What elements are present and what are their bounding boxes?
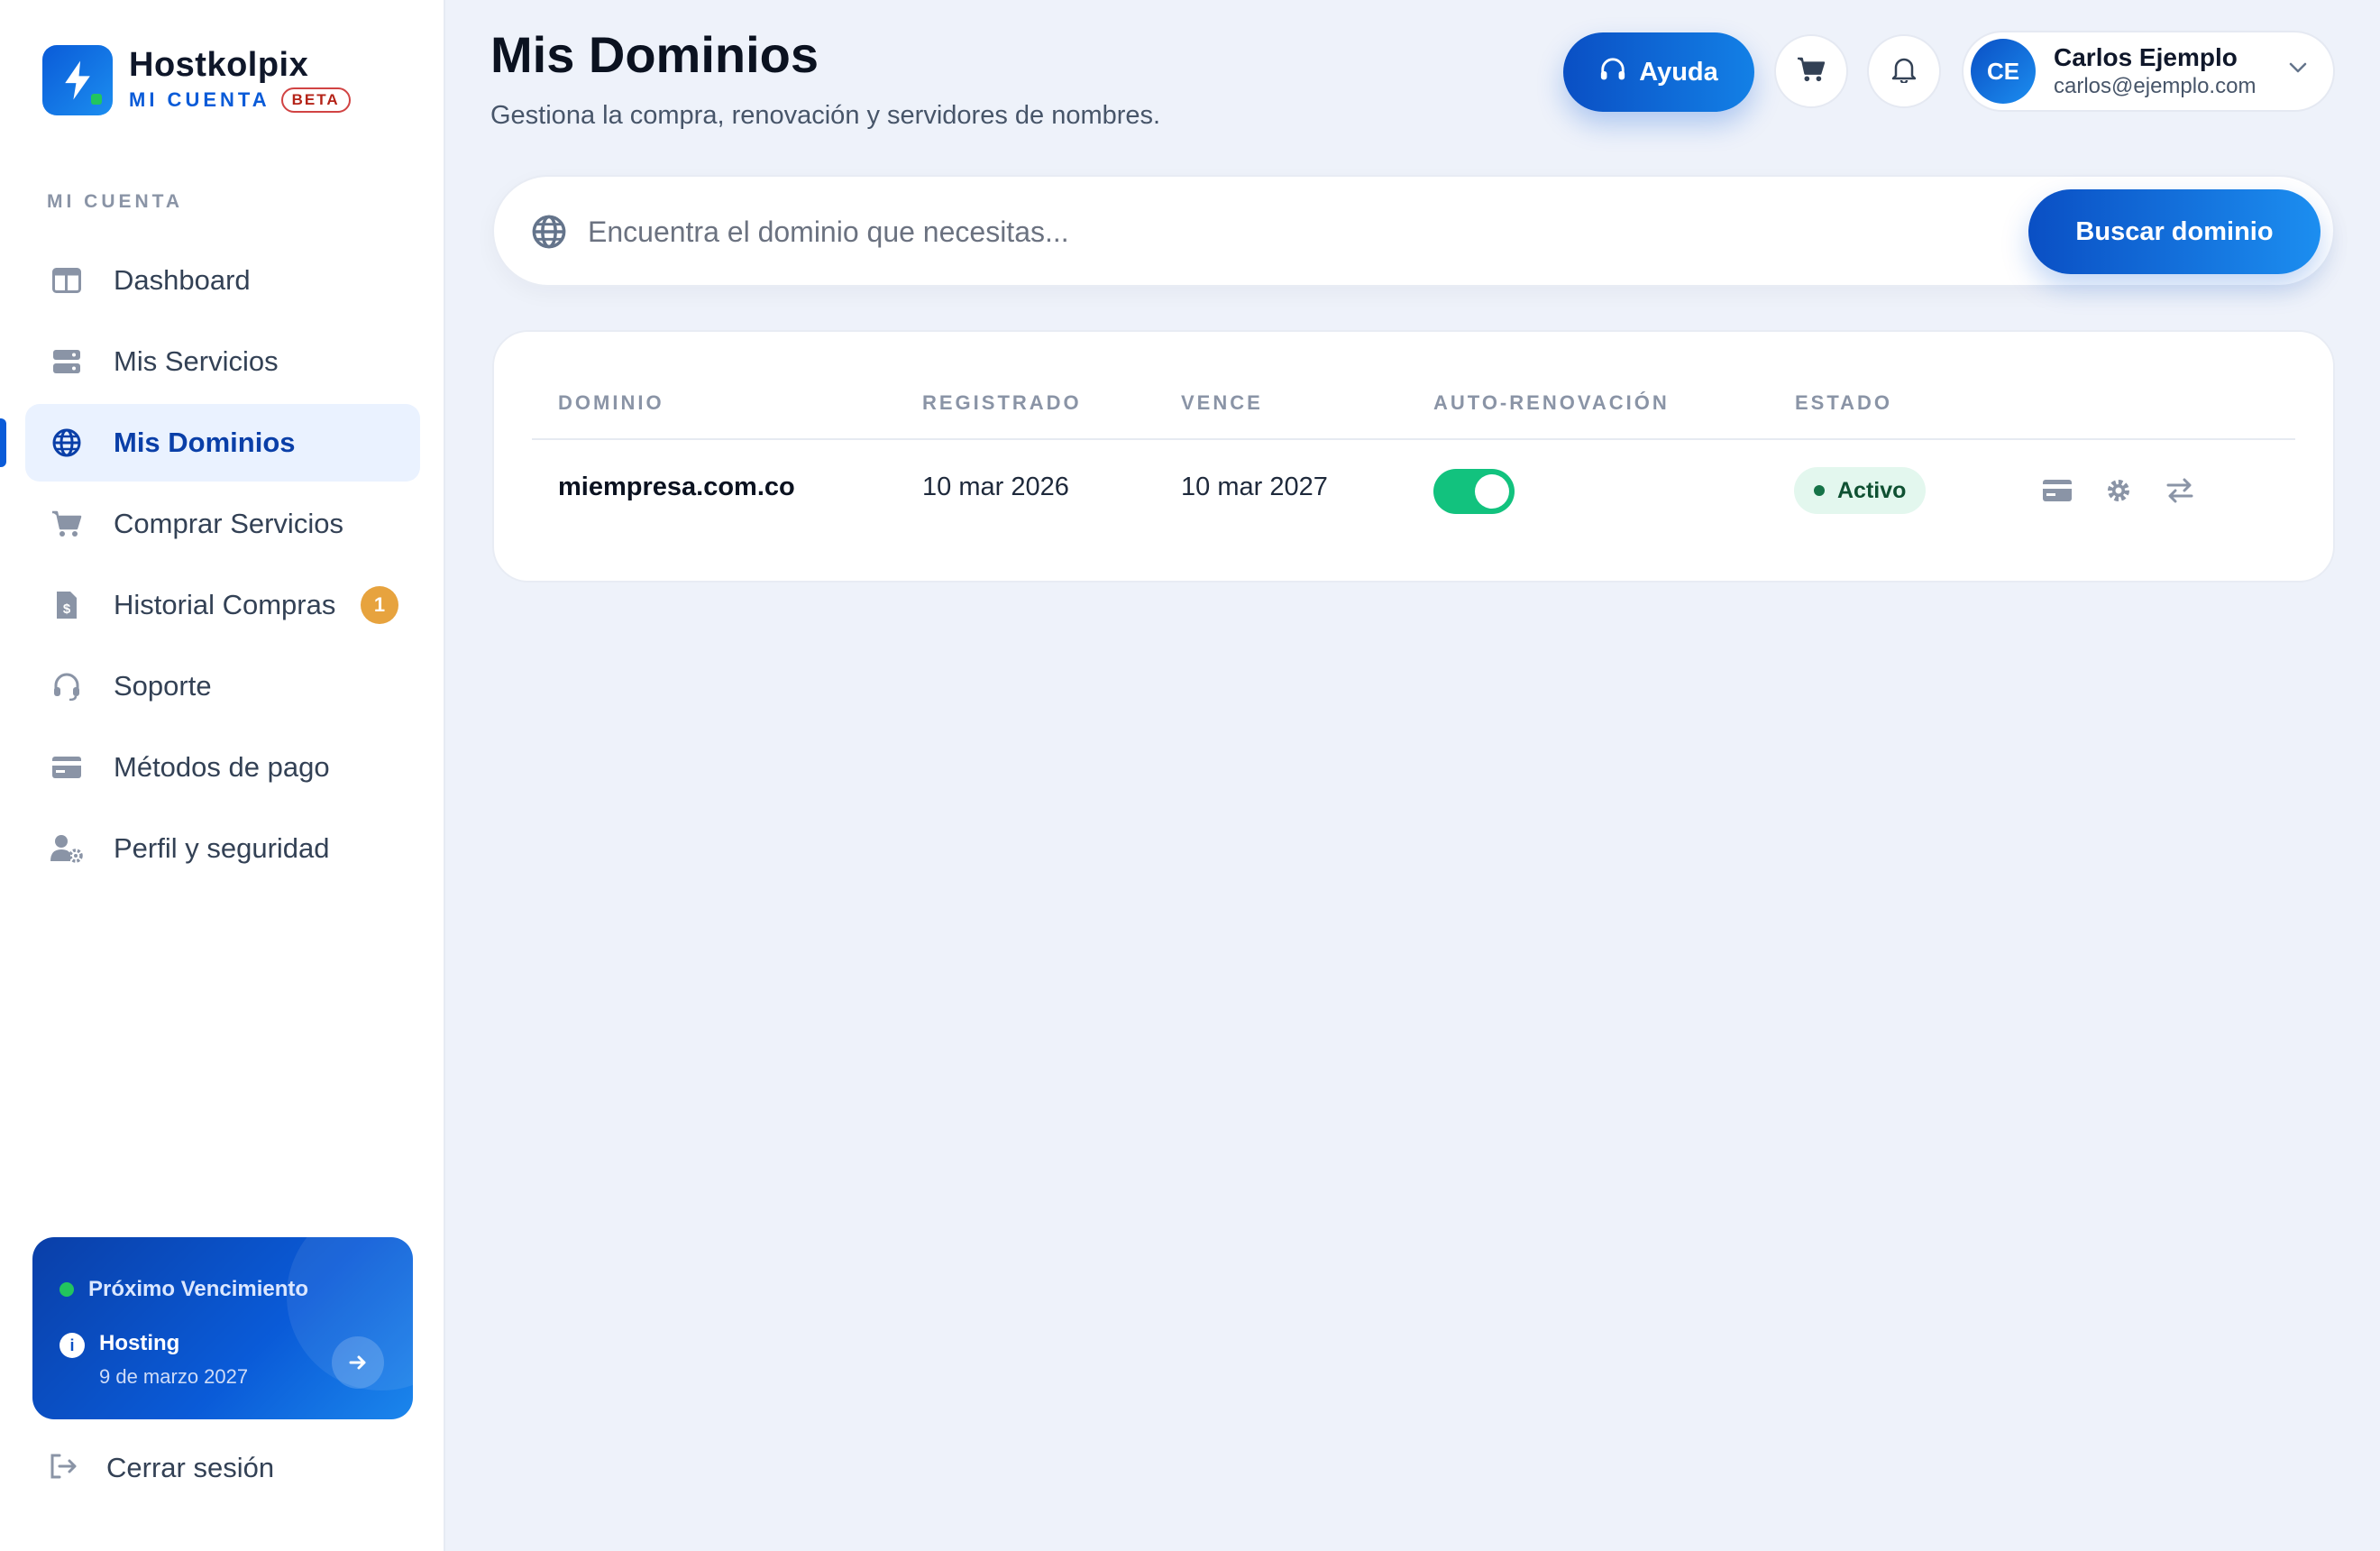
sidebar-item-label: Comprar Servicios <box>114 508 343 539</box>
next-expiration-card: Próximo Vencimiento i Hosting 9 de marzo… <box>32 1237 413 1419</box>
expiration-date: 10 mar 2027 <box>1181 473 1328 501</box>
svg-text:$: $ <box>63 601 71 617</box>
promo-title: Próximo Vencimiento <box>88 1277 309 1301</box>
sidebar-item-metodos-pago[interactable]: Métodos de pago <box>25 729 420 806</box>
renew-payment-button[interactable] <box>2039 474 2075 510</box>
logout-icon <box>49 1453 78 1484</box>
page-title: Mis Dominios <box>490 26 819 83</box>
sidebar-item-mis-servicios[interactable]: Mis Servicios <box>25 323 420 400</box>
sidebar-item-mis-dominios[interactable]: Mis Dominios <box>0 404 420 482</box>
sidebar-item-label: Mis Servicios <box>114 345 279 377</box>
registered-date: 10 mar 2026 <box>922 473 1069 501</box>
column-header-registered: REGISTRADO <box>922 391 1082 414</box>
gear-icon <box>2105 477 2132 509</box>
sidebar-item-label: Soporte <box>114 670 212 702</box>
notifications-button[interactable] <box>1867 34 1941 108</box>
sidebar: Hostkolpix MI CUENTA BETA MI CUENTA Dash… <box>0 0 445 1551</box>
user-gear-icon <box>49 831 85 867</box>
brand-name: Hostkolpix <box>129 46 309 84</box>
transfer-domain-button[interactable] <box>2162 474 2198 510</box>
auto-renew-toggle[interactable] <box>1433 469 1515 514</box>
search-domain-button[interactable]: Buscar dominio <box>2028 189 2320 274</box>
sidebar-item-label: Perfil y seguridad <box>114 832 330 864</box>
cart-icon <box>49 506 85 542</box>
transfer-arrows-icon <box>2165 477 2194 509</box>
sidebar-item-label: Historial Compras <box>114 589 336 620</box>
invoice-icon: $ <box>49 587 85 623</box>
layout-icon <box>49 262 85 298</box>
sidebar-item-label: Dashboard <box>114 264 251 296</box>
promo-item-date: 9 de marzo 2027 <box>99 1365 249 1388</box>
info-icon: i <box>60 1333 85 1358</box>
notification-badge: 1 <box>361 586 398 624</box>
avatar: CE <box>1971 39 2036 104</box>
sidebar-item-label: Mis Dominios <box>114 427 296 458</box>
active-indicator <box>0 418 6 467</box>
globe-icon <box>49 425 85 461</box>
brand-subtitle: MI CUENTA <box>129 88 270 111</box>
domains-table: DOMINIO REGISTRADO VENCE AUTO-RENOVACIÓN… <box>492 330 2335 583</box>
brand[interactable]: Hostkolpix MI CUENTA BETA <box>42 45 351 115</box>
user-email: carlos@ejemplo.com <box>2054 74 2256 98</box>
headset-icon <box>1599 57 1626 88</box>
user-menu[interactable]: CE Carlos Ejemplo carlos@ejemplo.com <box>1962 31 2335 112</box>
domain-search-bar: Buscar dominio <box>492 175 2335 287</box>
domain-settings-button[interactable] <box>2101 474 2137 510</box>
bolt-icon <box>42 45 113 115</box>
cart-button[interactable] <box>1774 34 1848 108</box>
beta-badge: BETA <box>280 87 351 113</box>
logout-label: Cerrar sesión <box>106 1452 275 1483</box>
arrow-right-icon[interactable] <box>332 1336 384 1389</box>
logout-button[interactable]: Cerrar sesión <box>49 1452 274 1484</box>
headset-icon <box>49 668 85 704</box>
column-header-domain: DOMINIO <box>558 391 664 414</box>
column-header-expires: VENCE <box>1181 391 1263 414</box>
help-button[interactable]: Ayuda <box>1563 32 1754 112</box>
sidebar-item-historial-compras[interactable]: $ Historial Compras 1 <box>25 566 420 644</box>
domain-search-input[interactable] <box>588 204 1579 260</box>
sidebar-item-label: Métodos de pago <box>114 751 330 783</box>
credit-card-icon <box>49 749 85 785</box>
sidebar-section-label: MI CUENTA <box>47 191 184 212</box>
table-divider <box>532 438 2295 440</box>
sidebar-nav: Dashboard Mis Servicios Mis Dominios Com… <box>0 242 420 891</box>
status-badge: Activo <box>1794 467 1927 514</box>
help-label: Ayuda <box>1639 57 1718 87</box>
status-dot <box>60 1282 74 1297</box>
domain-name[interactable]: miempresa.com.co <box>558 473 795 502</box>
page-subtitle: Gestiona la compra, renovación y servido… <box>490 101 1161 130</box>
promo-item-name: Hosting <box>99 1331 180 1355</box>
sidebar-item-comprar-servicios[interactable]: Comprar Servicios <box>25 485 420 563</box>
column-header-auto-renew: AUTO-RENOVACIÓN <box>1433 391 1670 414</box>
credit-card-icon <box>2042 479 2073 507</box>
sidebar-item-perfil-seguridad[interactable]: Perfil y seguridad <box>25 810 420 887</box>
column-header-status: ESTADO <box>1795 391 1893 414</box>
bell-icon <box>1891 56 1917 87</box>
status-label: Activo <box>1837 477 1907 503</box>
globe-icon <box>532 215 566 253</box>
sidebar-item-soporte[interactable]: Soporte <box>25 647 420 725</box>
server-icon <box>49 344 85 380</box>
chevron-down-icon <box>2288 61 2308 78</box>
user-name: Carlos Ejemplo <box>2054 43 2238 71</box>
cart-icon <box>1797 57 1826 87</box>
sidebar-item-dashboard[interactable]: Dashboard <box>25 242 420 319</box>
